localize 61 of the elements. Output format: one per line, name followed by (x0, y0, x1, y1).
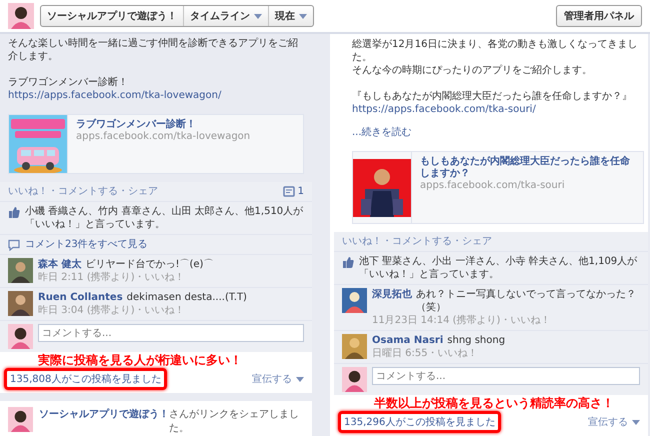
comment-text: dekimasen desta....(T.T) (126, 291, 248, 304)
caret-icon (296, 376, 304, 382)
post-text: 『もしもあなたが内閣総理大臣だったら誰を任命しますか？』 (352, 90, 633, 103)
avatar-icon (8, 324, 33, 349)
page-name-button[interactable]: ソーシャルアプリで遊ぼう！ (41, 6, 184, 26)
avatar-icon (342, 367, 367, 392)
preview-domain: apps.facebook.com/tka-lovewagon (76, 131, 250, 143)
avatar-icon (342, 288, 367, 313)
views-count: 135,296人がこの投稿を見ました (344, 416, 496, 429)
caret-icon (632, 420, 640, 424)
comment-text: shng shong (447, 334, 506, 347)
likes-text: 小磯 香織さん、竹内 喜章さん、山田 太郎さん、他1,510人が「いいね！」と言っています。 (25, 205, 304, 231)
comment-field[interactable]: コメントする... (372, 367, 640, 385)
avatar-icon (342, 334, 367, 359)
avatar-icon (8, 291, 33, 316)
view-all-comments-link[interactable]: コメント23件をすべて見る (25, 238, 148, 251)
action-links[interactable]: いいね！・コメントする・シェア (342, 235, 640, 248)
post-link[interactable]: https://apps.facebook.com/tka-lovewagon/ (8, 89, 304, 102)
caret-icon (254, 14, 262, 18)
views-count: 135,808人がこの投稿を見ました (10, 372, 162, 386)
action-links[interactable]: いいね！・コメントする・シェア (8, 185, 278, 198)
preview-title[interactable]: もしもあなたが内閣総理大臣だったら誰を任命しますか？ (420, 156, 635, 180)
link-preview-card[interactable]: ラブワゴンメンバー診断！ apps.facebook.com/tka-lovewagon (8, 114, 304, 174)
comment-meta: 昨日 3:04 (携帯より)・いいね！ (38, 304, 186, 317)
commenter-name[interactable]: Ruen Collantes (38, 291, 123, 304)
comment-meta: 昨日 2:11 (携帯より)・いいね！ (38, 271, 186, 284)
likes-text: 池下 聖菜さん、小出 一洋さん、小寺 幹夫さん、他1,109人が「いいね！」と言っています。 (359, 255, 638, 281)
commenter-name[interactable]: 深見拓也 (372, 288, 412, 314)
comment-meta: 11月23日 14:14 (携帯より)・いいね！ (372, 314, 552, 327)
author-link[interactable]: ソーシャルアプリで遊ぼう！ (39, 407, 169, 435)
preview-title[interactable]: ラブワゴンメンバー診断！ (76, 119, 250, 131)
comment-field[interactable]: コメントする... (38, 324, 304, 342)
link-preview-card[interactable]: もしもあなたが内閣総理大臣だったら誰を任命しますか？ apps.facebook.com/tka-souri (352, 151, 644, 224)
post-text: さんがリンクをシェアしました。 (169, 408, 300, 435)
thumbs-up-icon (342, 256, 354, 268)
avatar-icon (8, 3, 34, 29)
post-text: そんな今の時期にぴったりのアプリをご紹介します。 (352, 64, 593, 77)
promote-button[interactable]: 宣伝する (252, 372, 308, 386)
thumbs-up-icon (8, 206, 20, 218)
avatar-icon (8, 258, 33, 283)
admin-panel-button[interactable]: 管理者用パネル (556, 5, 642, 27)
read-more-link[interactable]: ...続きを読む (352, 126, 640, 139)
comment-text: あれ？トニー写真しないでって言ってなかった？（笑） (416, 288, 637, 314)
post-text: 総選挙が12月16日に決まり、各党の動きも激しくなってきました。 (352, 38, 638, 64)
post-text: ラブワゴンメンバー診断！ (8, 76, 129, 89)
annotation-text: 実際に投稿を見る人が桁違いに多い！ (0, 352, 312, 367)
avatar-icon (8, 407, 33, 432)
speech-bubble-icon (8, 239, 20, 251)
commenter-name[interactable]: Osama Nasri (372, 334, 444, 347)
comment-count[interactable]: 1 (298, 185, 304, 198)
caret-icon (299, 14, 307, 18)
post-text: そんな楽しい時間を一緒に過ごす仲間を診断できるアプリをご紹介します。 (8, 37, 299, 63)
promote-button[interactable]: 宣伝する (588, 415, 644, 429)
dropdown-button[interactable]: タイムライン (184, 6, 269, 26)
comment-text: ビリヤード台でかっ!⌒(e)⌒ (85, 258, 214, 271)
comment-meta: 日曜日 6:55・いいね！ (372, 347, 479, 360)
post-link[interactable]: https://apps.facebook.com/tka-souri/ (352, 103, 640, 116)
commenter-name[interactable]: 森本 健太 (38, 258, 82, 271)
preview-domain: apps.facebook.com/tka-souri (420, 180, 566, 192)
dropdown-button[interactable]: 現在 (269, 6, 313, 26)
comment-icon (282, 186, 295, 198)
